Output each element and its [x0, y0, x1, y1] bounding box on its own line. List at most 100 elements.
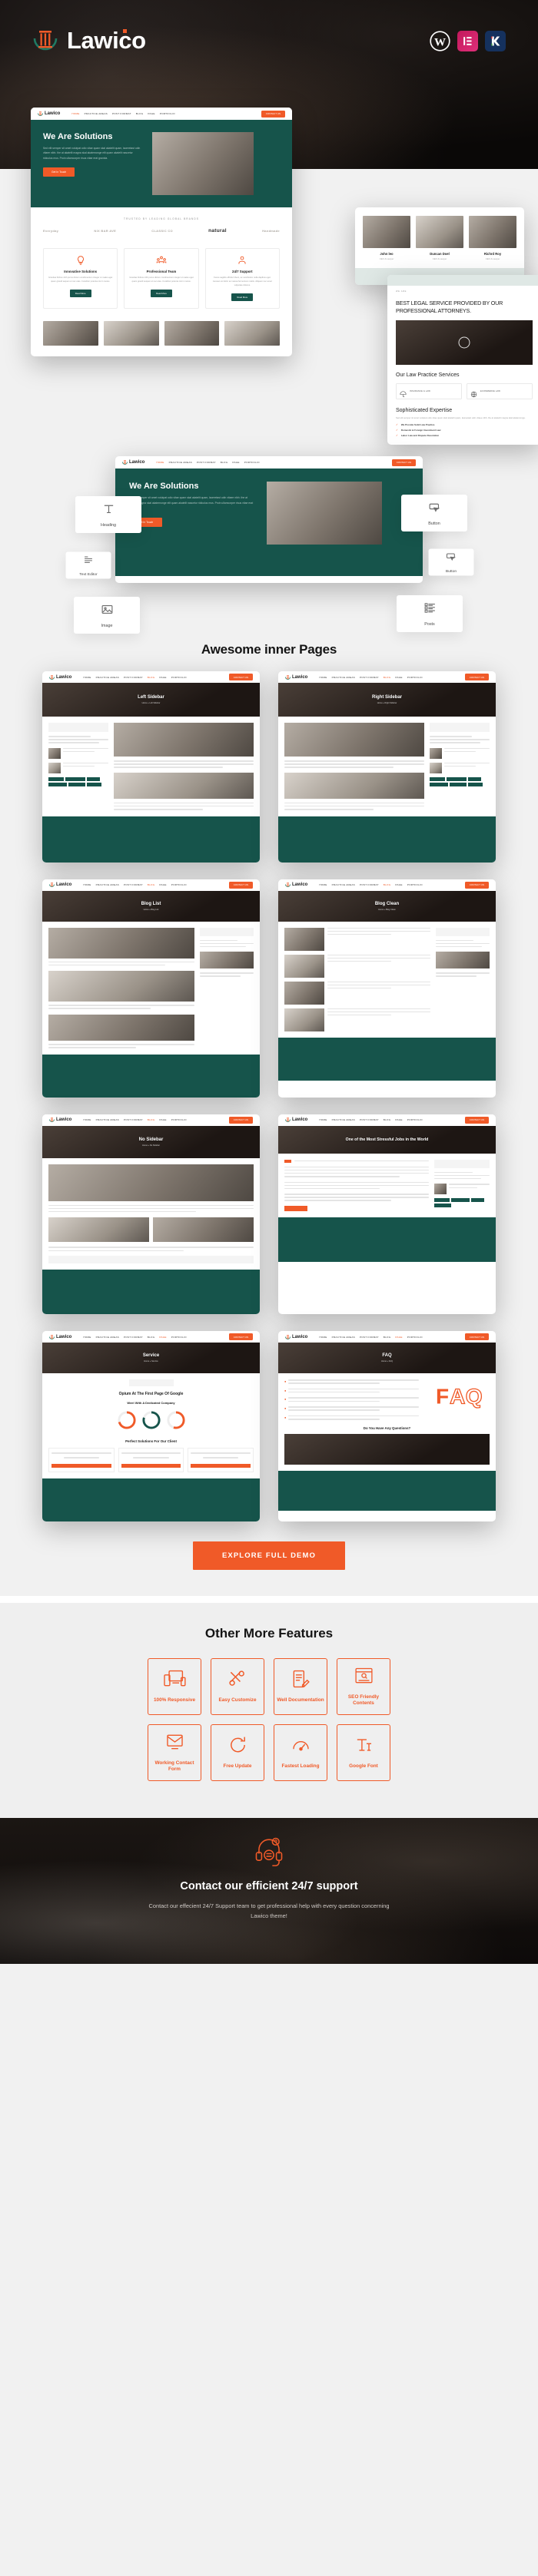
menu-item-blog[interactable]: BLOG [384, 883, 391, 886]
search-widget[interactable] [48, 723, 108, 732]
widget-card-posts[interactable]: Posts [397, 595, 463, 632]
menu-item-portfolio[interactable]: PORTFOLIO [407, 1336, 423, 1339]
menu-item-page[interactable]: PAGE [395, 1118, 402, 1121]
menu-item-portfolio[interactable]: PORTFOLIO [407, 883, 423, 886]
page-card-no-sidebar[interactable]: Lawico HOME PRACTICE AREAS POST FORMAT B… [42, 1114, 260, 1315]
service-card-button[interactable]: Read More [151, 289, 172, 297]
menu-item-page[interactable]: PAGE [395, 1336, 402, 1339]
menu-item-blog[interactable]: BLOG [136, 112, 144, 115]
menu-item-post-format[interactable]: POST FORMAT [360, 1336, 379, 1339]
menu-item-page[interactable]: PAGE [395, 676, 402, 679]
page-card-right-sidebar[interactable]: Lawico HOME PRACTICE AREAS POST FORMAT B… [278, 671, 496, 863]
menu-item-post-format[interactable]: POST FORMAT [112, 112, 131, 115]
menu-item-practice-areas[interactable]: PRACTICE AREAS [96, 1118, 119, 1121]
menu-item-home[interactable]: HOME [83, 1336, 91, 1339]
menu-item-practice-areas[interactable]: PRACTICE AREAS [96, 676, 119, 679]
mock-contact-button[interactable]: CONTACT US [464, 674, 489, 680]
mock-contact-button[interactable]: CONTACT US [464, 881, 489, 889]
feature-card-customize[interactable]: Easy Customize [211, 1657, 264, 1715]
page-card-blog-clean[interactable]: Lawico HOME PRACTICE AREAS POST FORMAT B… [278, 879, 496, 1098]
feature-card-documentation[interactable]: Well Documentation [274, 1657, 327, 1715]
menu-item-portfolio[interactable]: PORTFOLIO [244, 461, 260, 464]
menu-item-blog[interactable]: BLOG [384, 1336, 391, 1339]
menu-item-blog[interactable]: BLOG [148, 1336, 155, 1339]
widget-card-button[interactable]: Button [401, 495, 467, 531]
menu-item-post-format[interactable]: POST FORMAT [360, 883, 379, 886]
service-card[interactable]: Innovative Solutions Gravitas finibus ni… [43, 248, 118, 309]
menu-item-page[interactable]: PAGE [232, 461, 239, 464]
service-card[interactable]: Professional Team Gravitas finibus nibh … [124, 248, 199, 309]
menu-item-blog[interactable]: BLOG [148, 1118, 155, 1121]
menu-item-page[interactable]: PAGE [395, 883, 402, 886]
menu-item-practice-areas[interactable]: PRACTICE AREAS [332, 883, 355, 886]
widget-card-image[interactable]: Image [74, 597, 140, 634]
menu-item-post-format[interactable]: POST FORMAT [124, 1336, 143, 1339]
mock-contact-button[interactable]: CONTACT US [228, 1333, 253, 1341]
menu-item-home[interactable]: HOME [83, 1118, 91, 1121]
menu-item-post-format[interactable]: POST FORMAT [124, 883, 143, 886]
feature-card-seo[interactable]: SEO Friendly Contents [337, 1657, 390, 1715]
menu-item-page[interactable]: PAGE [148, 112, 154, 115]
menu-item-blog[interactable]: BLOG [148, 676, 155, 679]
menu-item-home[interactable]: HOME [319, 883, 327, 886]
menu-item-portfolio[interactable]: PORTFOLIO [171, 1118, 187, 1121]
page-card-service[interactable]: Lawico HOME PRACTICE AREAS POST FORMAT B… [42, 1331, 260, 1521]
menu-item-home[interactable]: HOME [319, 676, 327, 679]
service-card[interactable]: 24/7 Support Fusce sagittis efficitur li… [204, 248, 280, 309]
pricing-card[interactable] [118, 1448, 184, 1472]
menu-item-portfolio[interactable]: PORTFOLIO [160, 112, 175, 115]
menu-item-practice-areas[interactable]: PRACTICE AREAS [96, 883, 119, 886]
menu-item-practice-areas[interactable]: PRACTICE AREAS [96, 1336, 119, 1339]
faq-item[interactable]: ● [284, 1397, 419, 1402]
mock-contact-button[interactable]: CONTACT US [464, 1333, 489, 1341]
play-button-icon[interactable] [458, 336, 470, 349]
faq-item[interactable]: ● [284, 1415, 419, 1420]
mock-contact-button[interactable]: CONTACT US [261, 110, 285, 118]
menu-item-home[interactable]: HOME [319, 1118, 327, 1121]
service-card-button[interactable]: Read More [231, 293, 254, 301]
about-service-item[interactable]: INSURANCE & LAW [396, 383, 462, 400]
feature-card-contact-form[interactable]: Working Contact Form [148, 1723, 201, 1781]
menu-item-portfolio[interactable]: PORTFOLIO [407, 1118, 423, 1121]
menu-item-practice-areas[interactable]: PRACTICE AREAS [332, 1118, 355, 1121]
widget-card-button[interactable]: Button [428, 548, 474, 576]
menu-item-home[interactable]: HOME [71, 112, 79, 115]
menu-item-post-format[interactable]: POST FORMAT [360, 1118, 379, 1121]
menu-item-portfolio[interactable]: PORTFOLIO [171, 1336, 187, 1339]
feature-card-google-font[interactable]: Google Font [337, 1723, 390, 1781]
menu-item-home[interactable]: HOME [156, 461, 164, 464]
menu-item-page[interactable]: PAGE [159, 883, 166, 886]
mock-hero-button[interactable]: Get In Touch [43, 167, 75, 177]
about-service-item[interactable]: ECOMMERCE LAW [467, 383, 533, 400]
widget-card-heading[interactable]: Heading [75, 496, 141, 533]
menu-item-page[interactable]: PAGE [159, 676, 166, 679]
mock-contact-button[interactable]: CONTACT US [391, 459, 416, 466]
menu-item-post-format[interactable]: POST FORMAT [124, 676, 143, 679]
menu-item-blog[interactable]: BLOG [384, 1118, 391, 1121]
faq-item[interactable]: ● [284, 1406, 419, 1411]
mock-contact-button[interactable]: CONTACT US [228, 674, 253, 680]
menu-item-post-format[interactable]: POST FORMAT [360, 676, 379, 679]
search-widget[interactable] [430, 723, 490, 732]
search-widget[interactable] [436, 927, 490, 936]
service-card-button[interactable]: Read More [69, 289, 91, 297]
menu-item-portfolio[interactable]: PORTFOLIO [171, 676, 187, 679]
menu-item-post-format[interactable]: POST FORMAT [124, 1118, 143, 1121]
menu-item-blog[interactable]: BLOG [221, 461, 228, 464]
menu-item-blog[interactable]: BLOG [148, 883, 155, 886]
faq-item[interactable]: ● [284, 1388, 419, 1393]
page-card-single-post[interactable]: Lawico HOME PRACTICE AREAS POST FORMAT B… [278, 1114, 496, 1315]
pricing-card[interactable] [48, 1448, 115, 1472]
menu-item-post-format[interactable]: POST FORMAT [197, 461, 216, 464]
search-widget[interactable] [434, 1159, 490, 1168]
widget-card-text-editor[interactable]: Text Editor [65, 551, 111, 579]
menu-item-page[interactable]: PAGE [159, 1118, 166, 1121]
menu-item-home[interactable]: HOME [83, 676, 91, 679]
page-card-faq[interactable]: Lawico HOME PRACTICE AREAS POST FORMAT B… [278, 1331, 496, 1521]
menu-item-practice-areas[interactable]: PRACTICE AREAS [332, 676, 355, 679]
menu-item-portfolio[interactable]: PORTFOLIO [407, 676, 423, 679]
feature-card-fastest-loading[interactable]: Fastest Loading [274, 1723, 327, 1781]
menu-item-practice-areas[interactable]: PRACTICE AREAS [85, 112, 108, 115]
faq-item[interactable]: ● [284, 1379, 419, 1384]
feature-card-free-update[interactable]: Free Update [211, 1723, 264, 1781]
